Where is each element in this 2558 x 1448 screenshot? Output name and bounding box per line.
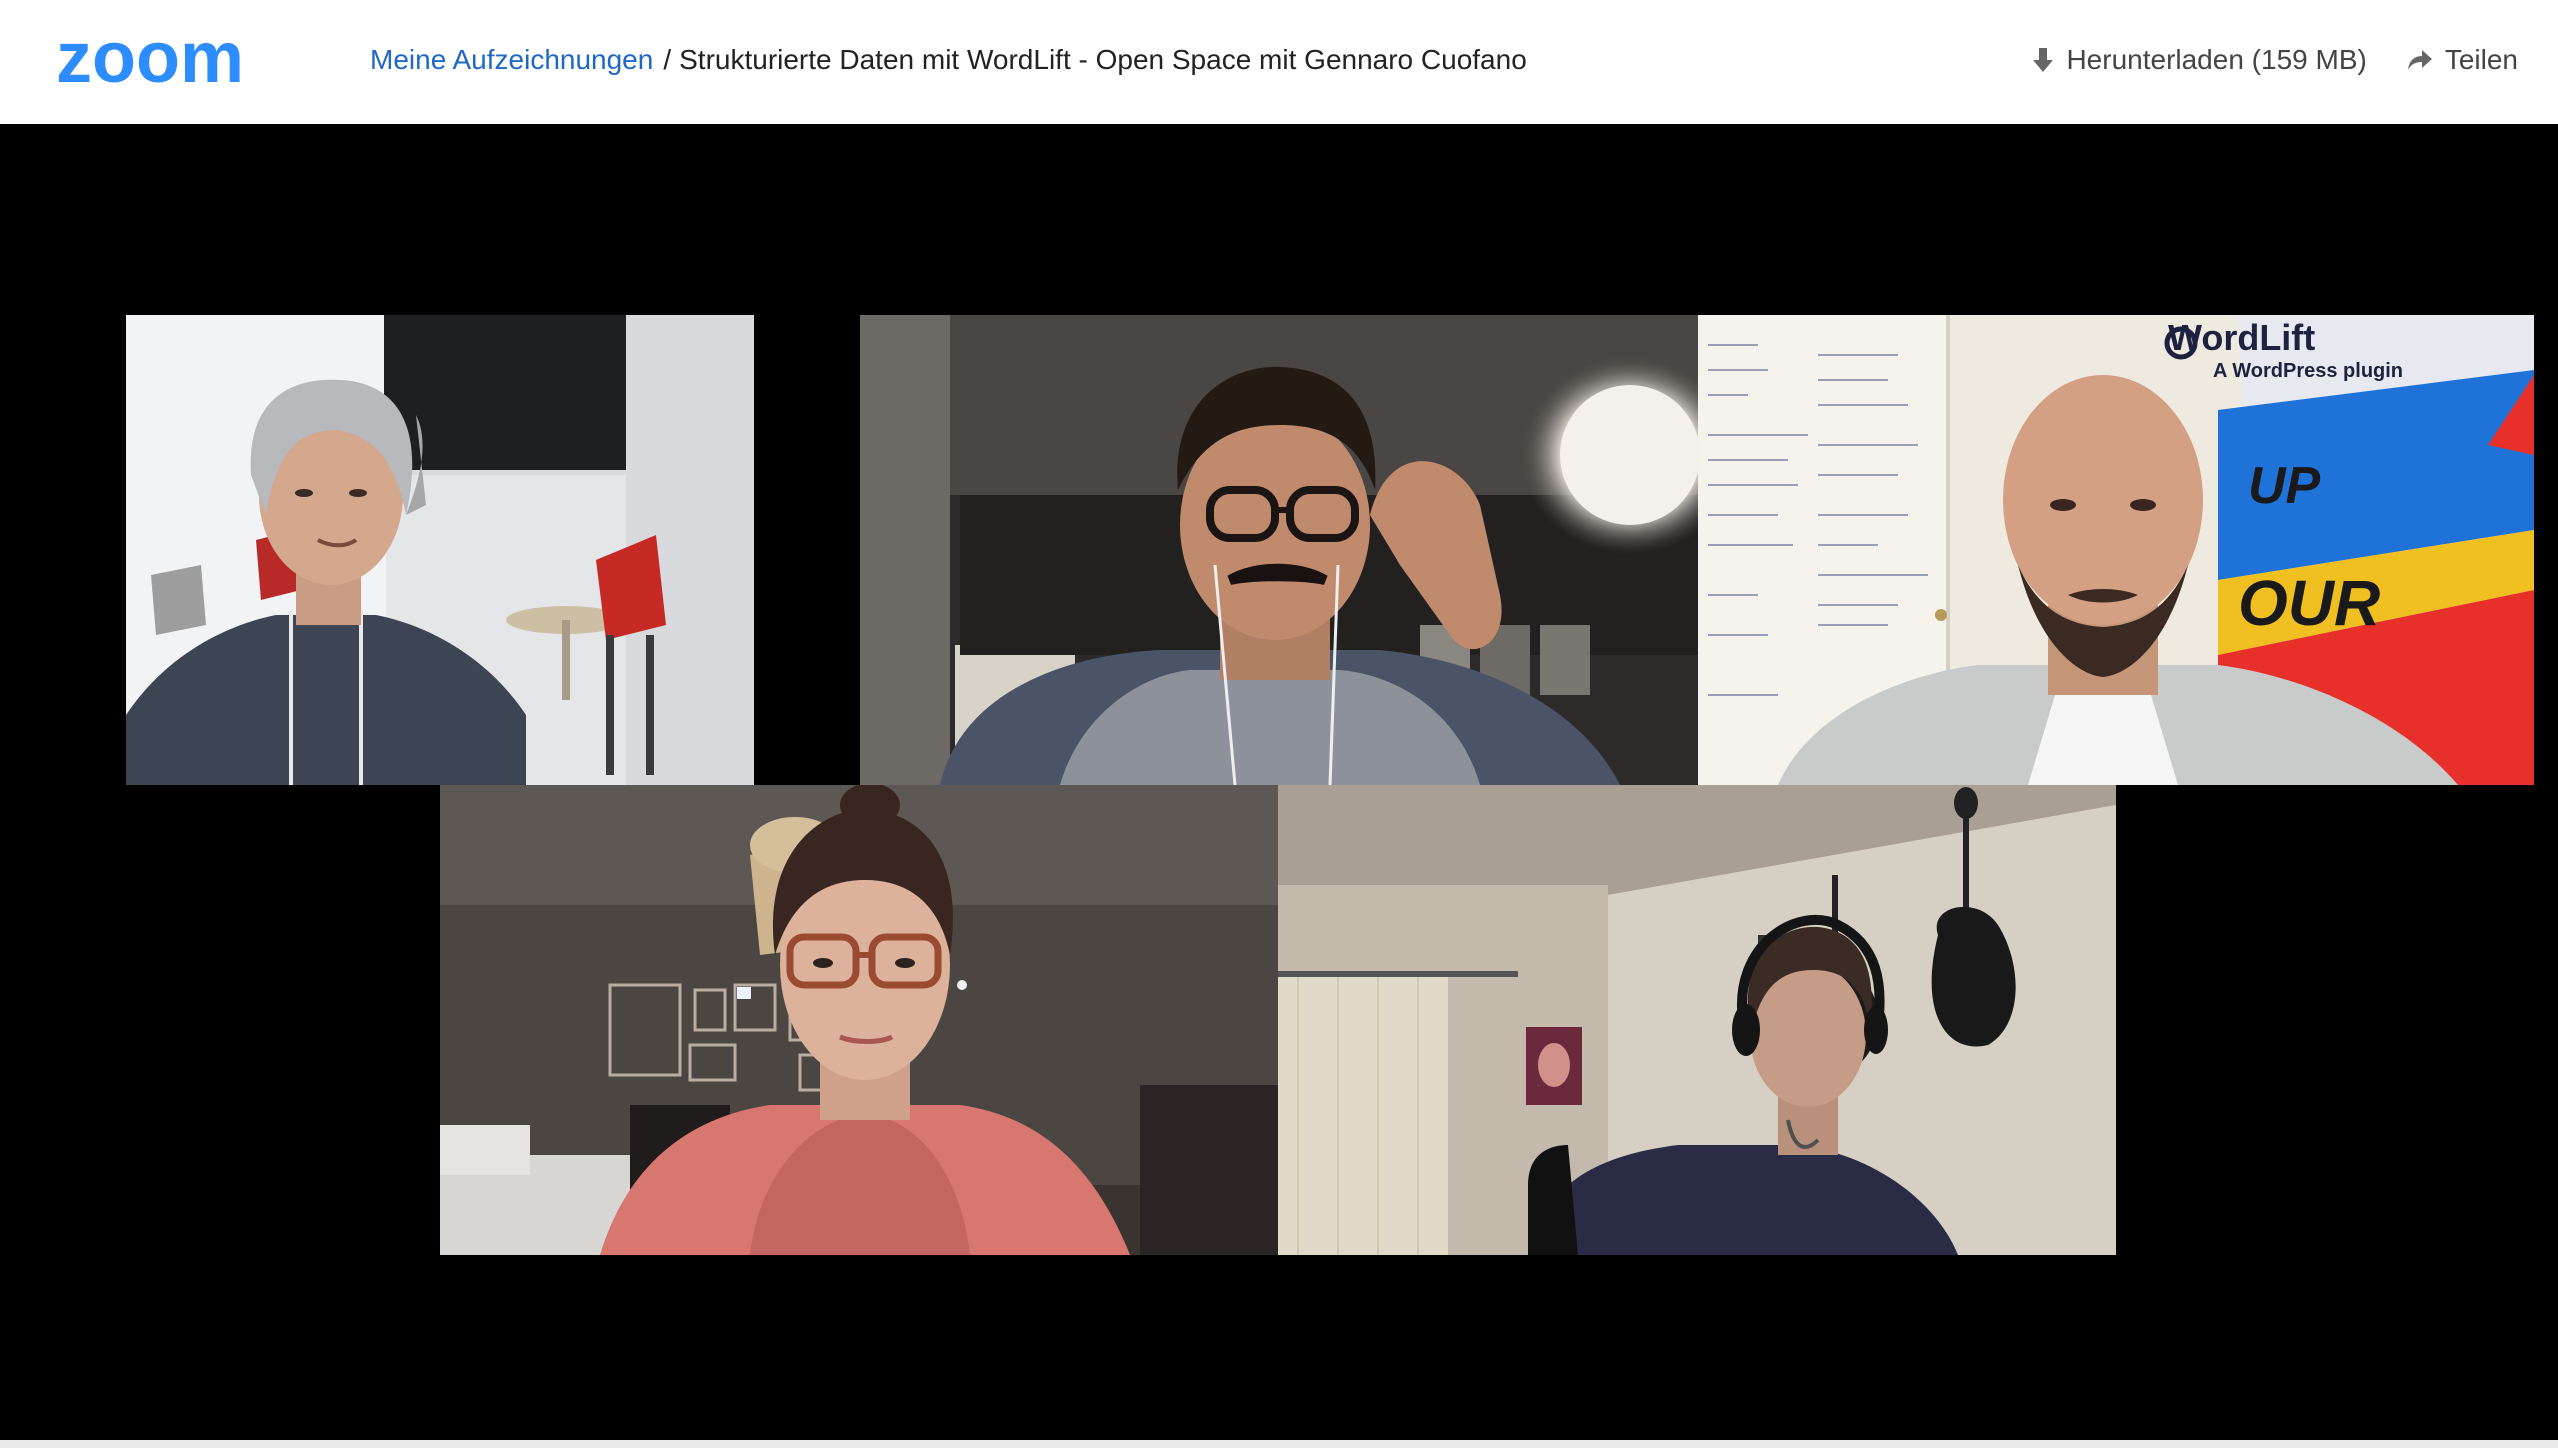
banner-letters-2: OUR xyxy=(2238,567,2380,639)
download-label: Herunterladen (159 MB) xyxy=(2066,44,2367,75)
zoom-logo[interactable]: zoom xyxy=(56,26,282,90)
download-button[interactable]: Herunterladen (159 MB) xyxy=(2032,40,2367,80)
share-icon xyxy=(2407,50,2432,70)
download-icon xyxy=(2033,48,2054,72)
page-title: Strukturierte Daten mit WordLift - Open … xyxy=(679,44,1527,75)
action-bar: Herunterladen (159 MB) Teilen xyxy=(2032,40,2518,80)
banner-letters-1: UP xyxy=(2248,457,2321,515)
participant-video-2 xyxy=(860,315,1698,785)
breadcrumb-link-recordings[interactable]: Meine Aufzeichnungen xyxy=(370,44,653,75)
participant-video-5 xyxy=(1278,785,2116,1255)
participant-video-4 xyxy=(440,785,1278,1255)
breadcrumb-separator: / xyxy=(663,44,672,75)
breadcrumb: Meine Aufzeichnungen / Strukturierte Daten… xyxy=(370,40,1527,80)
top-bar: zoom Meine Aufzeichnungen / Strukturierte … xyxy=(0,0,2558,124)
participant-video-1 xyxy=(126,315,754,785)
video-player[interactable]: WordLift A WordPress plugin UP OUR xyxy=(0,124,2558,1440)
banner-subtitle: A WordPress plugin xyxy=(2213,360,2403,382)
share-label: Teilen xyxy=(2444,44,2518,75)
share-button[interactable]: Teilen xyxy=(2407,40,2518,80)
svg-text:zoom: zoom xyxy=(56,26,244,90)
participant-video-3: WordLift A WordPress plugin UP OUR xyxy=(1698,315,2534,785)
progress-track[interactable] xyxy=(0,1440,2558,1448)
